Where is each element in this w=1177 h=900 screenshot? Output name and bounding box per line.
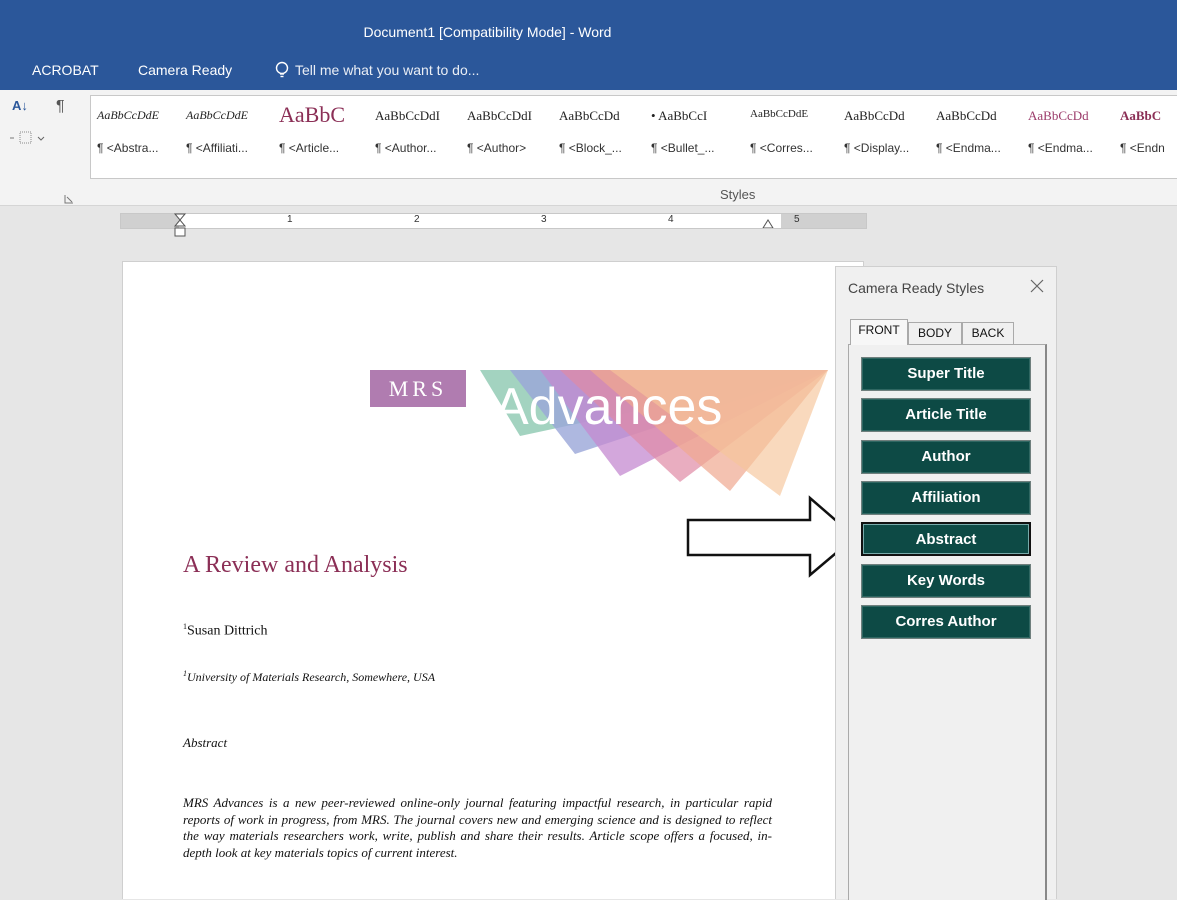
style-label: ¶ <Corres... (750, 141, 813, 155)
style-label: ¶ <Block_... (559, 141, 622, 155)
style-sample: AaBbCcDd (936, 108, 997, 123)
ruler-number: 3 (541, 214, 547, 225)
style-sample: AaBbCcDdE (750, 108, 809, 120)
author-button[interactable]: Author (861, 440, 1031, 474)
style-sample: AaBbCcDd (844, 108, 905, 123)
panel-title: Camera Ready Styles (848, 280, 985, 296)
show-formatting-button[interactable]: ¶ (56, 98, 65, 116)
style-label: ¶ <Bullet_... (651, 141, 715, 155)
ruler-number: 5 (794, 214, 800, 225)
style-sample: AaBbCcDd (559, 108, 620, 123)
ruler-number: 2 (414, 214, 420, 225)
borders-icon[interactable] (8, 130, 48, 146)
style-endmatter-1[interactable]: AaBbCcDd ¶ <Endma... (930, 96, 1022, 176)
styles-group-label: Styles (720, 187, 756, 202)
style-corres[interactable]: AaBbCcDdE ¶ <Corres... (744, 96, 836, 176)
affiliation-text: University of Materials Research, Somewh… (187, 670, 436, 684)
right-indent-marker-icon[interactable] (761, 218, 775, 228)
menu-camera-ready[interactable]: Camera Ready (138, 62, 232, 78)
tab-back[interactable]: BACK (962, 322, 1014, 346)
article-title-button[interactable]: Article Title (861, 398, 1031, 432)
style-endmatter-2[interactable]: AaBbCcDd ¶ <Endma... (1022, 96, 1114, 176)
title-bar: Document1 [Compatibility Mode] - Word AC… (0, 0, 1177, 90)
style-label: ¶ <Endma... (1028, 141, 1093, 155)
menu-acrobat[interactable]: ACROBAT (32, 62, 99, 78)
style-label: ¶ <Article... (279, 141, 340, 155)
camera-ready-styles-panel: Camera Ready Styles FRONT BODY BACK Supe… (835, 266, 1057, 900)
key-words-button[interactable]: Key Words (861, 564, 1031, 598)
tab-body[interactable]: BODY (908, 322, 962, 346)
dialog-launcher-icon[interactable] (64, 194, 74, 204)
affiliation-button[interactable]: Affiliation (861, 481, 1031, 515)
style-author-1[interactable]: AaBbCcDdI ¶ <Author... (369, 96, 461, 176)
style-block[interactable]: AaBbCcDd ¶ <Block_... (553, 96, 645, 176)
style-label: ¶ <Affiliati... (186, 141, 248, 155)
style-sample: AaBbC (279, 102, 345, 127)
author-name: Susan Dittrich (187, 623, 268, 639)
ribbon: A↓ ¶ AaBbCcDdE ¶ <Abstra... AaBbCcDdE ¶ … (0, 90, 1177, 206)
style-label: ¶ <Author> (467, 141, 527, 155)
horizontal-ruler[interactable]: 1 2 3 4 5 (120, 213, 867, 237)
styles-gallery: AaBbCcDdE ¶ <Abstra... AaBbCcDdE ¶ <Affi… (90, 95, 1177, 179)
style-sample: • AaBbCcI (651, 108, 708, 123)
abstract-body: MRS Advances is a new peer-reviewed onli… (183, 795, 772, 860)
style-affiliation[interactable]: AaBbCcDdE ¶ <Affiliati... (180, 96, 272, 176)
document-affiliation: 1University of Materials Research, Somew… (183, 669, 435, 685)
style-sample: AaBbCcDdI (375, 108, 440, 123)
style-endnote[interactable]: AaBbC ¶ <Endn (1114, 96, 1177, 176)
style-sample: AaBbC (1120, 108, 1162, 123)
abstract-heading: Abstract (183, 735, 228, 750)
tab-front[interactable]: FRONT (850, 319, 908, 345)
tell-me-search[interactable]: Tell me what you want to do... (295, 62, 479, 78)
svg-text:MRS: MRS (389, 376, 447, 401)
right-arrow-icon (686, 495, 857, 578)
document-heading: A Review and Analysis (183, 552, 408, 578)
style-article[interactable]: AaBbC ¶ <Article... (273, 96, 365, 176)
style-author-2[interactable]: AaBbCcDdI ¶ <Author> (461, 96, 553, 176)
style-label: ¶ <Author... (375, 141, 437, 155)
style-label: ¶ <Endn (1120, 141, 1165, 155)
ruler-margin-left (121, 214, 179, 228)
sort-button[interactable]: A↓ (12, 98, 28, 113)
window-title: Document1 [Compatibility Mode] - Word (363, 24, 612, 40)
style-label: ¶ <Display... (844, 141, 910, 155)
document-author: 1Susan Dittrich (183, 622, 268, 640)
style-label: ¶ <Abstra... (97, 141, 159, 155)
abstract-button[interactable]: Abstract (861, 522, 1031, 556)
indent-marker-icon[interactable] (173, 213, 187, 238)
style-sample: AaBbCcDdE (186, 108, 248, 122)
style-abstract[interactable]: AaBbCcDdE ¶ <Abstra... (91, 96, 183, 176)
super-title-button[interactable]: Super Title (861, 357, 1031, 391)
close-icon[interactable] (1026, 275, 1048, 297)
style-sample: AaBbCcDd (1028, 108, 1089, 123)
ruler-number: 1 (287, 214, 293, 225)
style-label: ¶ <Endma... (936, 141, 1001, 155)
svg-text:Advances: Advances (494, 378, 722, 436)
style-sample: AaBbCcDdI (467, 108, 532, 123)
ruler-number: 4 (668, 214, 674, 225)
lightbulb-icon (275, 61, 289, 78)
corres-author-button[interactable]: Corres Author (861, 605, 1031, 639)
style-display[interactable]: AaBbCcDd ¶ <Display... (838, 96, 930, 176)
document-page[interactable]: MRS Advances A Review and Analysis 1Susa… (122, 261, 864, 899)
style-bullet[interactable]: • AaBbCcI ¶ <Bullet_... (645, 96, 737, 176)
style-sample: AaBbCcDdE (97, 108, 159, 122)
mrs-advances-logo: MRS Advances (370, 370, 828, 496)
